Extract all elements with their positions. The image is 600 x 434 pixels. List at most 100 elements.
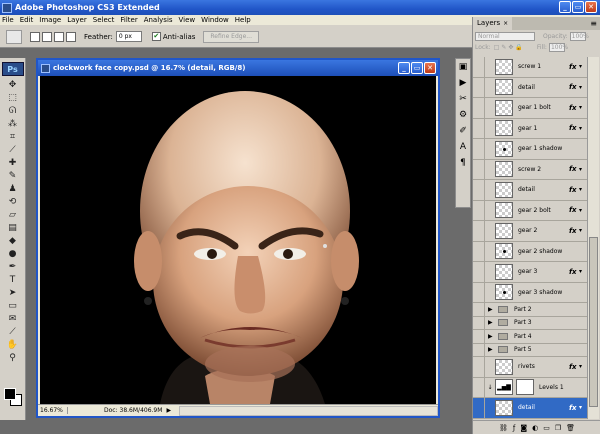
menu-image[interactable]: Image — [39, 16, 61, 24]
eyedropper-tool-2-icon[interactable]: ⟋ — [3, 326, 23, 338]
brush-tool-icon[interactable]: ✎ — [3, 170, 23, 182]
healing-brush-tool-icon[interactable]: ✚ — [3, 157, 23, 169]
visibility-icon[interactable] — [473, 282, 485, 302]
menu-layer[interactable]: Layer — [67, 16, 87, 24]
blur-tool-icon[interactable]: ◆ — [3, 235, 23, 247]
dodge-tool-icon[interactable]: ● — [3, 248, 23, 260]
visibility-icon[interactable] — [473, 398, 485, 418]
fx-expand-icon[interactable]: ▾ — [579, 104, 587, 111]
menu-view[interactable]: View — [179, 16, 196, 24]
feather-input[interactable]: 0 px — [115, 31, 142, 42]
layers-scrollbar[interactable] — [587, 57, 599, 419]
layer-row[interactable]: gear 3 shadow — [473, 282, 587, 303]
fx-expand-icon[interactable]: ▾ — [579, 186, 587, 193]
visibility-icon[interactable] — [473, 200, 485, 220]
layer-row[interactable]: screw 2 fx ▾ — [473, 159, 587, 180]
hand-tool-icon[interactable]: ✋ — [3, 339, 23, 351]
add-mask-icon[interactable]: ◙ — [520, 424, 527, 432]
eyedropper-tool-icon[interactable]: ⟋ — [3, 144, 23, 156]
layer-row[interactable]: detail fx ▾ — [473, 77, 587, 98]
history-brush-tool-icon[interactable]: ⟲ — [3, 196, 23, 208]
clone-stamp-tool-icon[interactable]: ♟ — [3, 183, 23, 195]
layer-row[interactable]: gear 2 shadow — [473, 241, 587, 262]
fx-expand-icon[interactable]: ▾ — [579, 207, 587, 214]
visibility-icon[interactable] — [473, 77, 485, 97]
visibility-icon[interactable] — [473, 118, 485, 138]
restore-button[interactable]: ▭ — [572, 1, 584, 13]
delete-layer-icon[interactable]: 🗑 — [566, 424, 575, 432]
horizontal-scrollbar[interactable] — [179, 405, 438, 416]
menu-select[interactable]: Select — [93, 16, 115, 24]
fx-icon[interactable]: fx — [569, 165, 579, 173]
expand-group-icon[interactable]: ▶ — [488, 319, 496, 326]
doc-close-button[interactable]: ✕ — [424, 62, 436, 74]
menu-analysis[interactable]: Analysis — [144, 16, 173, 24]
fx-expand-icon[interactable]: ▾ — [579, 227, 587, 234]
fx-icon[interactable]: fx — [569, 104, 579, 112]
expand-group-icon[interactable]: ▶ — [488, 306, 496, 313]
antialias-checkbox[interactable]: ✔ — [151, 32, 161, 41]
layers-tab[interactable]: Layers × — [473, 17, 513, 30]
layer-row[interactable]: gear 3 fx ▾ — [473, 262, 587, 283]
move-tool-icon[interactable]: ✥ — [3, 79, 23, 91]
scrollbar-thumb[interactable] — [589, 237, 598, 407]
visibility-icon[interactable] — [473, 377, 485, 397]
fx-icon[interactable]: fx — [569, 83, 579, 91]
fx-icon[interactable]: fx — [569, 363, 579, 371]
blend-mode-select[interactable]: Normal — [475, 32, 535, 41]
fill-input[interactable]: 100% — [548, 43, 568, 52]
layer-row[interactable]: gear 1 shadow — [473, 139, 587, 160]
fx-expand-icon[interactable]: ▾ — [579, 268, 587, 275]
crop-tool-icon[interactable]: ⌗ — [3, 131, 23, 143]
navigator-panel-icon[interactable]: ▣ — [457, 61, 469, 73]
zoom-tool-icon[interactable]: ⚲ — [3, 352, 23, 364]
fx-icon[interactable]: fx — [569, 268, 579, 276]
layer-row-selected[interactable]: detail fx ▾ — [473, 398, 587, 419]
doc-restore-button[interactable]: ▭ — [411, 62, 423, 74]
layer-group-row[interactable]: ▶ Part 3 — [473, 316, 587, 330]
adjustment-layer-icon[interactable]: ◐ — [532, 424, 538, 432]
minimize-button[interactable]: _ — [559, 1, 571, 13]
pen-tool-icon[interactable]: ✒ — [3, 261, 23, 273]
zoom-level[interactable]: 16.67% — [38, 407, 68, 414]
menu-window[interactable]: Window — [201, 16, 229, 24]
doc-minimize-button[interactable]: _ — [398, 62, 410, 74]
shape-tool-icon[interactable]: ▭ — [3, 300, 23, 312]
brushes-panel-icon[interactable]: ✐ — [457, 125, 469, 137]
notes-tool-icon[interactable]: ✉ — [3, 313, 23, 325]
intersect-selection-icon[interactable] — [66, 31, 76, 42]
close-button[interactable]: ✕ — [585, 1, 597, 13]
type-tool-icon[interactable]: T — [3, 274, 23, 286]
visibility-icon[interactable] — [473, 180, 485, 200]
fx-expand-icon[interactable]: ▾ — [579, 84, 587, 91]
layer-row[interactable]: screw 1 fx ▾ — [473, 57, 587, 78]
fx-expand-icon[interactable]: ▾ — [579, 166, 587, 173]
new-group-icon[interactable]: ▭ — [543, 424, 550, 432]
fx-expand-icon[interactable]: ▾ — [579, 404, 587, 411]
menu-file[interactable]: File — [2, 16, 14, 24]
actions-panel-icon[interactable]: ▶ — [457, 77, 469, 89]
lock-icons[interactable]: □✎✥🔒 — [494, 44, 525, 51]
add-style-icon[interactable]: ƒ — [513, 424, 515, 432]
fx-icon[interactable]: fx — [569, 124, 579, 132]
layer-row[interactable]: gear 1 bolt fx ▾ — [473, 98, 587, 119]
fx-expand-icon[interactable]: ▾ — [579, 363, 587, 370]
magic-wand-tool-icon[interactable]: ⁂ — [3, 118, 23, 130]
menu-help[interactable]: Help — [235, 16, 251, 24]
fx-icon[interactable]: fx — [569, 206, 579, 214]
layer-group-row[interactable]: ▶ Part 5 — [473, 343, 587, 357]
image-canvas[interactable] — [40, 76, 436, 404]
subtract-selection-icon[interactable] — [54, 31, 64, 42]
fx-icon[interactable]: fx — [569, 186, 579, 194]
visibility-icon[interactable] — [473, 98, 485, 118]
adjustment-layer-row[interactable]: ↓ ▂▅▇ Levels 1 — [473, 377, 587, 398]
visibility-icon[interactable] — [473, 262, 485, 282]
visibility-icon[interactable] — [473, 139, 485, 159]
fx-expand-icon[interactable]: ▾ — [579, 125, 587, 132]
fx-icon[interactable]: fx — [569, 63, 579, 71]
visibility-icon[interactable] — [473, 241, 485, 261]
fx-icon[interactable]: fx — [569, 404, 579, 412]
history-panel-icon[interactable]: ✂ — [457, 93, 469, 105]
new-layer-icon[interactable]: ❐ — [555, 424, 561, 432]
lasso-tool-icon[interactable]: ᘏ — [3, 105, 23, 117]
